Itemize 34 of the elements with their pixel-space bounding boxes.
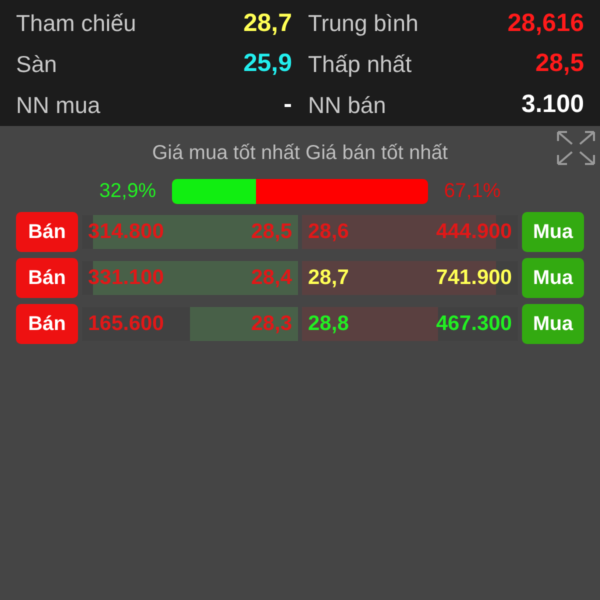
ask-price: 28,7 <box>308 265 349 292</box>
sell-button[interactable]: Bán <box>16 258 78 298</box>
stat-label: Tham chiếu <box>16 9 136 38</box>
bid-price: 28,3 <box>251 311 292 338</box>
stat-label: NN bán <box>308 90 386 120</box>
ask-price: 28,8 <box>308 311 349 338</box>
sell-button[interactable]: Bán <box>16 304 78 344</box>
buy-button[interactable]: Mua <box>522 212 584 252</box>
stat-label: Sàn <box>16 50 57 79</box>
stat-value: - <box>284 89 292 120</box>
stat-value: 25,9 <box>243 48 292 80</box>
sell-button[interactable]: Bán <box>16 212 78 252</box>
stat-label: Trung bình <box>308 9 418 38</box>
ask-volume: 444.900 <box>436 219 512 246</box>
bid-price: 28,5 <box>251 219 292 246</box>
ask-price: 28,6 <box>308 219 349 246</box>
bid-volume: 314.800 <box>88 219 164 246</box>
ask-share: 67,1% <box>444 179 501 204</box>
bid-share: 32,9% <box>99 179 156 204</box>
stat-value: 28,7 <box>243 8 292 39</box>
stat-value: 28,616 <box>508 8 584 39</box>
stat-value: 3.100 <box>521 89 584 120</box>
expand-icon[interactable] <box>556 130 596 166</box>
stat-label: NN mua <box>16 90 100 120</box>
bid-volume: 165.600 <box>88 311 164 338</box>
buy-button[interactable]: Mua <box>522 258 584 298</box>
bid-volume: 331.100 <box>88 265 164 292</box>
ask-volume: 741.900 <box>436 265 512 292</box>
bid-price: 28,4 <box>251 265 292 292</box>
ask-volume: 467.300 <box>436 311 512 338</box>
stat-label: Thấp nhất <box>308 50 412 79</box>
best-prices-title: Giá mua tốt nhất Giá bán tốt nhất <box>152 141 448 166</box>
stat-value: 28,5 <box>535 48 584 80</box>
buy-button[interactable]: Mua <box>522 304 584 344</box>
